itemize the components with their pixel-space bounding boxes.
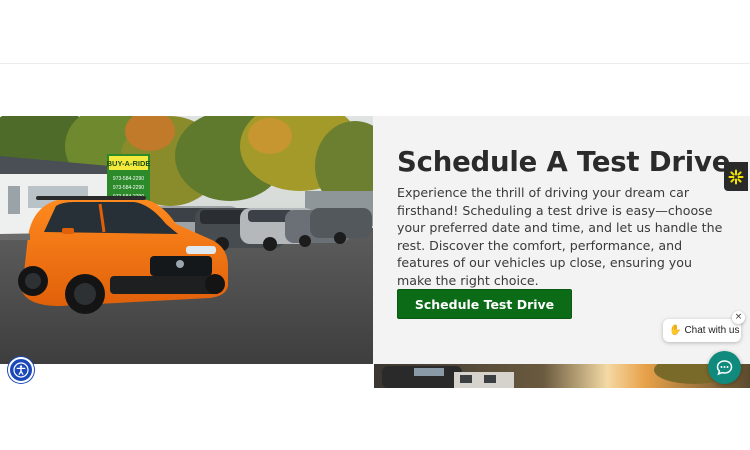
test-drive-section: BUY-A-RIDE 973-584-2290 973-584-2290 973… (0, 116, 750, 364)
accessibility-icon (13, 362, 29, 378)
chat-icon (716, 360, 733, 376)
section-title: Schedule A Test Drive (397, 146, 731, 178)
next-section-photo (374, 364, 750, 388)
section-description: Experience the thrill of driving your dr… (397, 185, 723, 288)
sign-dealer-name: BUY-A-RIDE (107, 159, 151, 168)
side-widget-tab[interactable] (724, 162, 748, 191)
site-header (0, 0, 750, 64)
waving-hand-icon: ✋ (669, 325, 682, 336)
chat-prompt-text: Chat with us (684, 325, 740, 336)
chat-prompt-bubble[interactable]: ✋ Chat with us (663, 319, 741, 342)
test-drive-content: Schedule A Test Drive Experience the thr… (397, 144, 731, 319)
sign-phone-1: 973-584-2290 (113, 176, 144, 182)
chat-launcher-button[interactable] (708, 351, 741, 384)
dealership-car-photo: BUY-A-RIDE 973-584-2290 973-584-2290 973… (0, 116, 373, 364)
chat-prompt-close-button[interactable]: × (732, 311, 745, 324)
sign-phone-2: 973-584-2290 (113, 185, 144, 191)
schedule-test-drive-button[interactable]: Schedule Test Drive (397, 289, 572, 319)
accessibility-button[interactable] (8, 357, 34, 383)
sparkle-icon (728, 169, 744, 184)
